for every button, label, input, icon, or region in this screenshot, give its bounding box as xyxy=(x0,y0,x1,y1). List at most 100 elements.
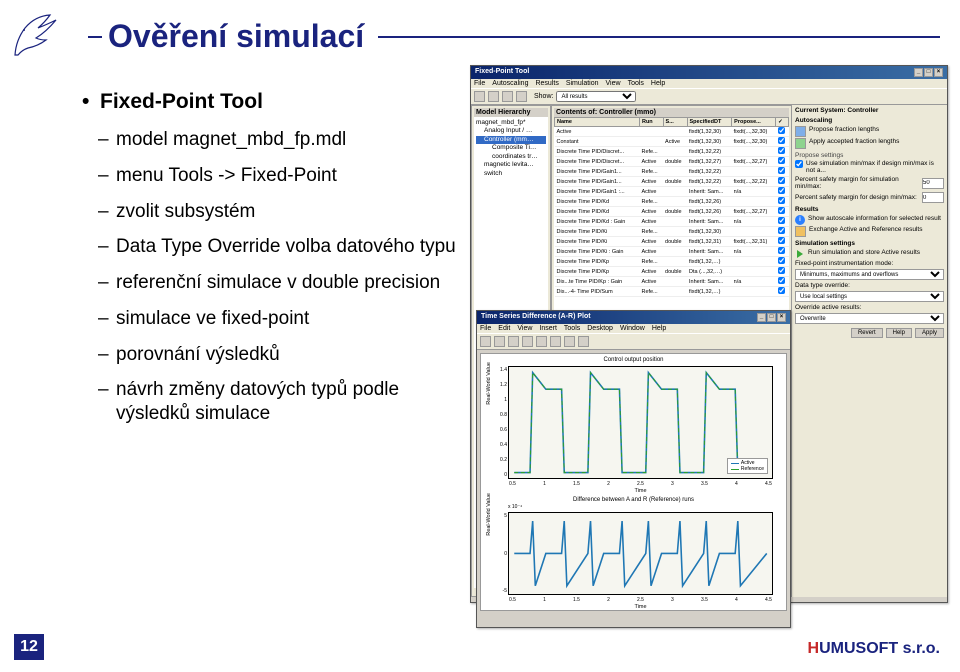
toolbar-button[interactable] xyxy=(474,91,485,102)
revert-button[interactable]: Revert xyxy=(851,328,883,338)
window-titlebar[interactable]: Time Series Difference (A-R) Plot _ □ × xyxy=(477,311,790,324)
menu-item[interactable]: File xyxy=(474,80,485,87)
close-icon[interactable]: × xyxy=(777,313,786,322)
menu-item[interactable]: View xyxy=(517,325,532,332)
table-row[interactable]: Discrete Time PID/Discret...Refe...fixdt… xyxy=(555,147,789,157)
apply-button[interactable]: Apply xyxy=(915,328,944,338)
title-rule-left xyxy=(88,36,102,38)
tree-node[interactable]: switch xyxy=(476,170,546,178)
toolbar-button[interactable] xyxy=(578,336,589,347)
window-titlebar[interactable]: Fixed-Point Tool _ □ × xyxy=(471,66,947,79)
menu-item[interactable]: Help xyxy=(652,325,666,332)
table-row[interactable]: Discrete Time PID/Kd : GainActiveInherit… xyxy=(555,217,789,227)
column-header[interactable]: ✓ xyxy=(776,118,789,127)
minimize-icon[interactable]: _ xyxy=(757,313,766,322)
settings-panel: Current System: Controller Autoscaling P… xyxy=(792,105,947,597)
title-rule-right xyxy=(378,36,940,38)
play-icon xyxy=(795,249,805,259)
logmode-select[interactable]: Minimums, maximums and overflows xyxy=(795,269,944,280)
column-header[interactable]: Propose... xyxy=(732,118,776,127)
page-number: 12 xyxy=(14,634,44,660)
table-row[interactable]: Discrete Time PID/Gain1 :...ActiveInheri… xyxy=(555,187,789,197)
tree-node[interactable]: Composite Ti… xyxy=(476,144,546,152)
table-row[interactable]: Discrete Time PID/Gain1...Activedoublefi… xyxy=(555,177,789,187)
menu-item[interactable]: Desktop xyxy=(587,325,613,332)
use-sim-minmax-checkbox[interactable] xyxy=(795,160,803,168)
bullet-item: menu Tools -> Fixed-Point xyxy=(116,164,460,188)
menu-item[interactable]: Help xyxy=(651,80,665,87)
toolbar-button[interactable] xyxy=(550,336,561,347)
show-autoscale-info-button[interactable]: iShow autoscale information for selected… xyxy=(795,215,944,225)
table-row[interactable]: Discrete Time PID/KiActivedoublefixdt(1,… xyxy=(555,237,789,247)
window-controls: _ □ × xyxy=(914,68,943,77)
toolbar-button[interactable] xyxy=(564,336,575,347)
menu-item[interactable]: View xyxy=(606,80,621,87)
subplot2: Real-World Value 50-5 0.511.522.533.544.… xyxy=(508,512,773,595)
maximize-icon[interactable]: □ xyxy=(924,68,933,77)
menu-item[interactable]: Insert xyxy=(539,325,557,332)
minimize-icon[interactable]: _ xyxy=(914,68,923,77)
plot-area: Control output position Real-World Value… xyxy=(480,353,787,611)
maximize-icon[interactable]: □ xyxy=(767,313,776,322)
table-row[interactable]: ConstantActivefixdt(1,32,30)fixdt(...,32… xyxy=(555,137,789,147)
toolbar-button[interactable] xyxy=(494,336,505,347)
section-results: Results xyxy=(795,206,944,213)
column-header[interactable]: SpecifiedDT xyxy=(687,118,732,127)
propose-settings-label: Propose settings xyxy=(795,152,944,159)
help-button[interactable]: Help xyxy=(886,328,912,338)
tree-node[interactable]: magnet_mbd_fp* xyxy=(476,119,546,127)
menu-item[interactable]: Edit xyxy=(498,325,510,332)
exchange-results-button[interactable]: Exchange Active and Reference results xyxy=(795,226,944,237)
table-row[interactable]: Discrete Time PID/KpActivedoubleDta (...… xyxy=(555,267,789,277)
menu-item[interactable]: Window xyxy=(620,325,645,332)
tree-node[interactable]: coordinates tr… xyxy=(476,153,546,161)
panel-header: Contents of: Controller (mmo) xyxy=(554,108,789,117)
toolbar-button[interactable] xyxy=(488,91,499,102)
menu-item[interactable]: Tools xyxy=(628,80,644,87)
table-row[interactable]: Discrete Time PID/Discret...Activedouble… xyxy=(555,157,789,167)
menu-item[interactable]: Results xyxy=(535,80,558,87)
column-header[interactable]: Name xyxy=(555,118,640,127)
apply-fraction-lengths-button[interactable]: Apply accepted fraction lengths xyxy=(795,138,944,149)
menu-item[interactable]: File xyxy=(480,325,491,332)
table-row[interactable]: Discrete Time PID/KiRefe...fixdt(1,32,30… xyxy=(555,227,789,237)
close-icon[interactable]: × xyxy=(934,68,943,77)
table-row[interactable]: Dis...te Time PID/Kp : GainActiveInherit… xyxy=(555,277,789,287)
toolbar-button[interactable] xyxy=(480,336,491,347)
table-row[interactable]: Activefixdt(1,32,30)fixdt(...,32,30) xyxy=(555,127,789,137)
show-dropdown[interactable]: All results xyxy=(556,91,636,102)
table-row[interactable]: Discrete Time PID/KpRefe...fixdt(1,32,…) xyxy=(555,257,789,267)
column-header[interactable]: S... xyxy=(663,118,687,127)
toolbar-button[interactable] xyxy=(502,91,513,102)
run-simulation-button[interactable]: Run simulation and store Active results xyxy=(795,249,944,259)
slide-title-wrap: Ověření simulací xyxy=(88,18,940,55)
menu-item[interactable]: Tools xyxy=(564,325,580,332)
sim-margin-input[interactable] xyxy=(922,178,944,189)
toolbar-button[interactable] xyxy=(536,336,547,347)
tree-node[interactable]: magnetic levita… xyxy=(476,161,546,169)
legend: Active Reference xyxy=(727,458,768,474)
menubar: File Autoscaling Results Simulation View… xyxy=(471,79,947,88)
humusoft-logo xyxy=(10,10,60,60)
tree-node[interactable]: Analog Input / … xyxy=(476,127,546,135)
bullet-item: Data Type Override volba datového typu xyxy=(116,235,460,259)
propose-fraction-lengths-button[interactable]: Propose fraction lengths xyxy=(795,126,944,137)
design-margin-input[interactable] xyxy=(922,192,944,203)
toolbar-button[interactable] xyxy=(522,336,533,347)
table-row[interactable]: Discrete Time PID/KdActivedoublefixdt(1,… xyxy=(555,207,789,217)
menu-item[interactable]: Simulation xyxy=(566,80,599,87)
toolbar-button[interactable] xyxy=(508,336,519,347)
table-row[interactable]: Dis...-4- Time PID/SumRefe...fixdt(1,32,… xyxy=(555,287,789,297)
table-row[interactable]: Discrete Time PID/Ki : GainActiveInherit… xyxy=(555,247,789,257)
menu-item[interactable]: Autoscaling xyxy=(492,80,528,87)
table-row[interactable]: Discrete Time PID/KdRefe...fixdt(1,32,26… xyxy=(555,197,789,207)
toolbar-button[interactable] xyxy=(516,91,527,102)
screenshot-area: Fixed-Point Tool _ □ × File Autoscaling … xyxy=(470,65,950,630)
dto-select[interactable]: Use local settings xyxy=(795,291,944,302)
override-select[interactable]: Overwrite xyxy=(795,313,944,324)
column-header[interactable]: Run xyxy=(639,118,663,127)
xticks: 0.511.522.533.544.5 xyxy=(509,481,772,487)
table-row[interactable]: Discrete Time PID/Gain1...Refe...fixdt(1… xyxy=(555,167,789,177)
checkbox-label: Use simulation min/max if design min/max… xyxy=(806,160,944,174)
tree-node-selected[interactable]: Controller (mm… xyxy=(476,136,546,144)
